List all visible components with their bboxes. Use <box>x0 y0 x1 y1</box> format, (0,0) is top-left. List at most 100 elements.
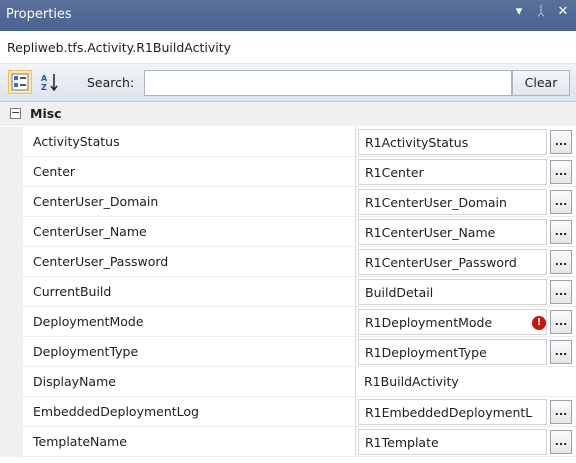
property-name: CenterUser_Domain <box>33 194 159 209</box>
property-name: ActivityStatus <box>33 134 120 149</box>
dropdown-arrow-icon[interactable]: ▾ <box>512 4 526 19</box>
property-value-field[interactable]: R1CenterUser_Name <box>358 219 547 245</box>
row-gutter <box>0 217 23 247</box>
properties-titlebar: Properties ▾ ᛸ ✕ <box>0 0 576 31</box>
property-name: EmbeddedDeploymentLog <box>33 404 199 419</box>
property-value-field[interactable]: R1CenterUser_Password <box>358 249 547 275</box>
property-value-field[interactable]: R1CenterUser_Domain <box>358 189 547 215</box>
property-value: R1CenterUser_Password <box>365 255 517 270</box>
property-value-field[interactable]: R1Template <box>358 429 547 455</box>
property-row[interactable]: Center R1Center... <box>0 157 576 187</box>
window-controls: ▾ ᛸ ✕ <box>512 4 570 19</box>
ellipsis-button[interactable]: ... <box>550 400 572 424</box>
row-gutter <box>0 247 23 277</box>
property-row[interactable]: ActivityStatus R1ActivityStatus... <box>0 127 576 157</box>
close-icon[interactable]: ✕ <box>556 4 570 19</box>
error-icon: ! <box>532 316 546 330</box>
alphabetical-button[interactable]: A Z <box>38 70 62 94</box>
row-gutter <box>0 187 23 217</box>
property-value: R1BuildActivity <box>364 374 459 389</box>
property-name-cell[interactable]: EmbeddedDeploymentLog <box>23 397 356 427</box>
property-name-cell[interactable]: CenterUser_Name <box>23 217 356 247</box>
properties-toolbar: A Z Search: Clear <box>0 64 576 102</box>
property-value-field[interactable]: R1Center <box>358 159 547 185</box>
property-name-cell[interactable]: Center <box>23 157 356 187</box>
property-grid: − Misc ActivityStatus R1ActivityStatus...… <box>0 102 576 463</box>
property-value-field[interactable]: R1DeploymentMode! <box>358 309 547 335</box>
svg-text:A: A <box>41 74 48 83</box>
property-row[interactable]: TemplateName R1Template... <box>0 427 576 457</box>
property-value-cell[interactable]: R1Center... <box>356 157 576 187</box>
property-value-field[interactable]: R1EmbeddedDeploymentL <box>358 399 547 425</box>
property-value-cell[interactable]: R1Template... <box>356 427 576 457</box>
property-value-cell[interactable]: R1EmbeddedDeploymentL... <box>356 397 576 427</box>
ellipsis-button[interactable]: ... <box>550 310 572 334</box>
property-value-cell[interactable]: R1CenterUser_Name... <box>356 217 576 247</box>
property-value: R1DeploymentType <box>365 345 487 360</box>
property-name-cell[interactable]: CurrentBuild <box>23 277 356 307</box>
property-value-cell[interactable]: R1CenterUser_Password... <box>356 247 576 277</box>
property-row[interactable]: CurrentBuild BuildDetail... <box>0 277 576 307</box>
property-name-cell[interactable]: DeploymentType <box>23 337 356 367</box>
property-name: CurrentBuild <box>33 284 112 299</box>
row-gutter <box>0 277 23 307</box>
ellipsis-button[interactable]: ... <box>550 190 572 214</box>
ellipsis-button[interactable]: ... <box>550 130 572 154</box>
ellipsis-button[interactable]: ... <box>550 220 572 244</box>
ellipsis-button[interactable]: ... <box>550 280 572 304</box>
property-row[interactable]: CenterUser_Name R1CenterUser_Name... <box>0 217 576 247</box>
property-name: CenterUser_Password <box>33 254 169 269</box>
row-gutter <box>0 427 23 457</box>
property-name-cell[interactable]: CenterUser_Domain <box>23 187 356 217</box>
property-value-cell[interactable]: BuildDetail... <box>356 277 576 307</box>
pin-icon[interactable]: ᛸ <box>534 4 548 19</box>
ellipsis-button[interactable]: ... <box>550 430 572 454</box>
row-gutter <box>0 307 23 337</box>
property-value-field[interactable]: R1ActivityStatus <box>358 129 547 155</box>
search-input[interactable] <box>144 70 512 96</box>
property-row[interactable]: CenterUser_Domain R1CenterUser_Domain... <box>0 187 576 217</box>
property-name: DeploymentMode <box>33 314 144 329</box>
row-gutter <box>0 337 23 367</box>
property-name-cell[interactable]: TemplateName <box>23 427 356 457</box>
property-row[interactable]: CenterUser_Password R1CenterUser_Password… <box>0 247 576 277</box>
property-row[interactable]: DeploymentType R1DeploymentType... <box>0 337 576 367</box>
ellipsis-button[interactable]: ... <box>550 160 572 184</box>
collapse-toggle-icon[interactable]: − <box>10 107 21 119</box>
row-gutter <box>0 127 23 157</box>
property-value-cell[interactable]: R1DeploymentType... <box>356 337 576 367</box>
property-value: R1Center <box>365 165 424 180</box>
row-gutter <box>0 157 23 187</box>
property-name-cell[interactable]: ActivityStatus <box>23 127 356 157</box>
row-gutter <box>0 367 23 397</box>
property-value: R1CenterUser_Name <box>365 225 496 240</box>
property-value: BuildDetail <box>365 285 434 300</box>
clear-button[interactable]: Clear <box>512 70 570 96</box>
row-gutter <box>0 397 23 427</box>
property-row[interactable]: EmbeddedDeploymentLog R1EmbeddedDeploymen… <box>0 397 576 427</box>
property-row[interactable]: DeploymentMode R1DeploymentMode!... <box>0 307 576 337</box>
property-value-cell[interactable]: R1BuildActivity <box>356 367 576 397</box>
property-name-cell[interactable]: DeploymentMode <box>23 307 356 337</box>
property-value-field[interactable]: BuildDetail <box>358 279 547 305</box>
property-value: R1ActivityStatus <box>365 135 469 150</box>
object-selector[interactable]: Repliweb.tfs.Activity.R1BuildActivity <box>0 31 576 64</box>
property-value: R1DeploymentMode <box>365 315 493 330</box>
property-value-cell[interactable]: R1DeploymentMode!... <box>356 307 576 337</box>
category-row-misc: − Misc <box>0 102 576 126</box>
property-value: R1Template <box>365 435 439 450</box>
property-name-cell[interactable]: DisplayName <box>23 367 356 397</box>
property-name: TemplateName <box>33 434 127 449</box>
window-title: Properties <box>6 7 72 22</box>
property-name: Center <box>33 164 76 179</box>
property-value-cell[interactable]: R1CenterUser_Domain... <box>356 187 576 217</box>
property-name-cell[interactable]: CenterUser_Password <box>23 247 356 277</box>
property-value-field[interactable]: R1DeploymentType <box>358 339 547 365</box>
alphabetical-sort-icon: A Z <box>41 74 58 92</box>
property-row[interactable]: DisplayName R1BuildActivity <box>0 367 576 397</box>
ellipsis-button[interactable]: ... <box>550 340 572 364</box>
categorized-button[interactable] <box>8 70 32 94</box>
property-value: R1EmbeddedDeploymentL <box>365 405 533 420</box>
ellipsis-button[interactable]: ... <box>550 250 572 274</box>
property-value-cell[interactable]: R1ActivityStatus... <box>356 127 576 157</box>
